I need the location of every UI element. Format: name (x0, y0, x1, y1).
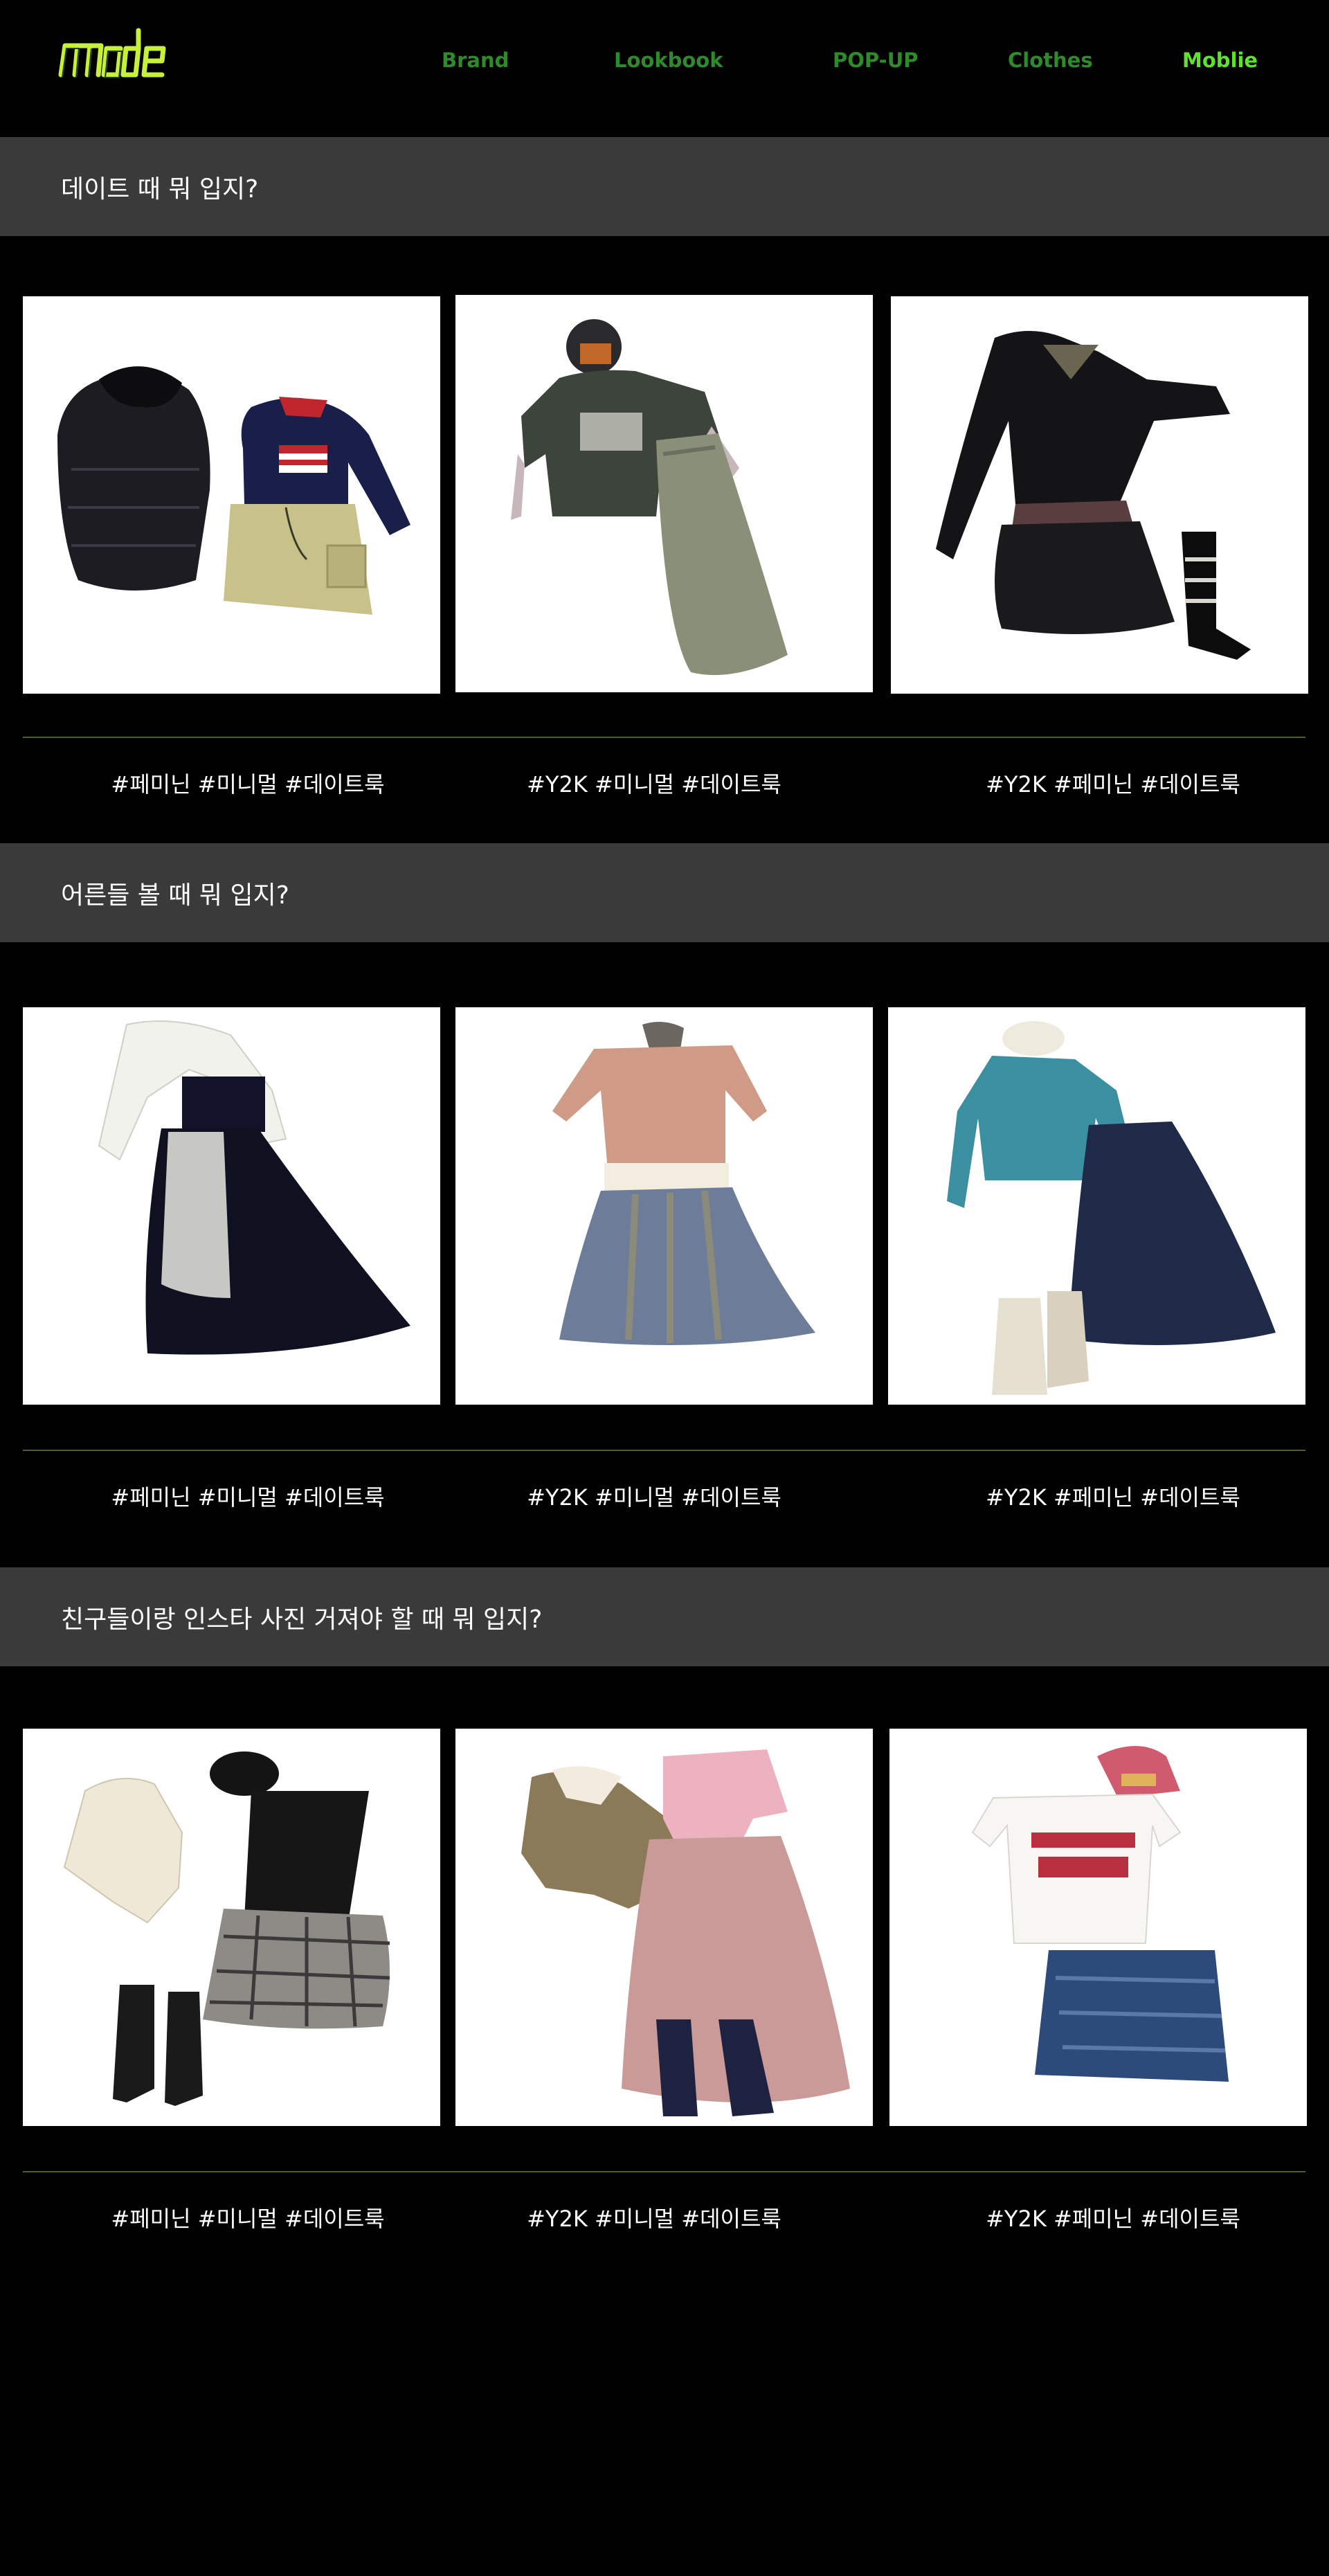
outfit-card-teal-cardigan[interactable] (888, 1007, 1305, 1405)
card-tags[interactable]: #페미닌 #미니멀 #데이트룩 (111, 2201, 384, 2233)
site-header: Brand Lookbook POP-UP Clothes Moblie (0, 0, 1329, 136)
outfit-card-white-tee-denim[interactable] (889, 1729, 1307, 2126)
section-title: 친구들이랑 인스타 사진 거져야 할 때 뭐 입지? (61, 1605, 543, 1634)
card-tags[interactable]: #Y2K #페미닌 #데이트룩 (986, 2201, 1240, 2233)
section-divider (23, 1450, 1305, 1451)
outfit-card-black-lace[interactable] (891, 296, 1308, 694)
outfit-card-shearling[interactable] (455, 1729, 873, 2126)
card-tags[interactable]: #Y2K #미니멀 #데이트룩 (527, 2201, 781, 2233)
nav-mobile[interactable]: Moblie (1182, 48, 1258, 72)
card-tags[interactable]: #Y2K #미니멀 #데이트룩 (527, 767, 781, 799)
card-tags[interactable]: #Y2K #미니멀 #데이트룩 (527, 1480, 781, 1512)
outfit-card-puffer-polo[interactable] (23, 296, 440, 694)
nav-brand[interactable]: Brand (442, 48, 509, 72)
nav-popup[interactable]: POP-UP (833, 48, 919, 72)
card-tags[interactable]: #페미닌 #미니멀 #데이트룩 (111, 1480, 384, 1512)
outfit-card-white-shirt[interactable] (23, 1007, 440, 1405)
section-header-instagram: 친구들이랑 인스타 사진 거져야 할 때 뭐 입지? (0, 1567, 1329, 1666)
card-tags[interactable]: #Y2K #페미닌 #데이트룩 (986, 767, 1240, 799)
card-tags[interactable]: #Y2K #페미닌 #데이트룩 (986, 1480, 1240, 1512)
outfit-card-knit-hoodie[interactable] (23, 1729, 440, 2126)
nav-clothes[interactable]: Clothes (1008, 48, 1093, 72)
section-header-elders: 어른들 볼 때 뭐 입지? (0, 843, 1329, 942)
section-divider (23, 2171, 1305, 2172)
outfit-card-camo-maxi[interactable] (455, 295, 873, 692)
card-tags[interactable]: #페미닌 #미니멀 #데이트룩 (111, 767, 384, 799)
section-title: 데이트 때 뭐 입지? (61, 174, 259, 204)
section-title: 어른들 볼 때 뭐 입지? (61, 881, 289, 910)
mode-logo[interactable] (57, 26, 180, 86)
section-header-date: 데이트 때 뭐 입지? (0, 137, 1329, 236)
nav-lookbook[interactable]: Lookbook (614, 48, 723, 72)
outfit-card-pink-knit[interactable] (455, 1007, 873, 1405)
section-divider (23, 737, 1305, 738)
